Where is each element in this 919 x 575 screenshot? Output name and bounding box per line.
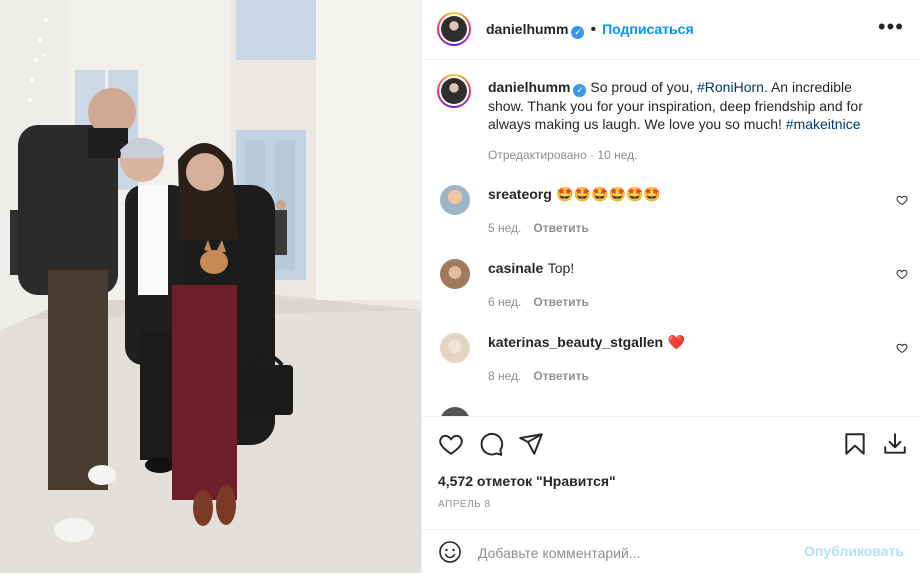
comment-text: ❤️: [667, 334, 685, 350]
comment-text: Top!: [547, 260, 575, 276]
comment-meta: 8 нед. Ответить: [488, 369, 589, 383]
comment-username[interactable]: sreateorg: [488, 186, 552, 202]
comment-meta: 6 нед. Ответить: [488, 295, 589, 309]
save-bookmark-icon[interactable]: [842, 431, 868, 457]
author-avatar-image: [441, 16, 467, 42]
add-comment-bar: Опубликовать: [422, 529, 919, 575]
edited-label: Отредактировано: [488, 148, 587, 162]
comment-avatar[interactable]: [440, 407, 470, 416]
comment-username[interactable]: casinale: [488, 260, 543, 276]
reply-button[interactable]: Ответить: [533, 221, 588, 235]
author-avatar[interactable]: [437, 12, 471, 46]
share-send-icon[interactable]: [518, 431, 544, 457]
comment-item: casinale Top!: [488, 260, 574, 278]
comment-avatar[interactable]: [440, 185, 470, 215]
comment-avatar[interactable]: [440, 333, 470, 363]
post-photo[interactable]: [0, 0, 421, 573]
comment-text: 🤩🤩🤩🤩🤩🤩: [556, 186, 661, 202]
comment-item: sreateorg 🤩🤩🤩🤩🤩🤩: [488, 186, 661, 204]
comment-icon[interactable]: [478, 431, 504, 457]
comment-input[interactable]: [476, 538, 810, 568]
reply-button[interactable]: Ответить: [533, 369, 588, 383]
download-icon[interactable]: [882, 431, 908, 457]
like-heart-icon[interactable]: [438, 431, 464, 457]
comment-item: katerinas_beauty_stgallen ❤️: [488, 334, 685, 352]
comment-time: 6 нед.: [488, 295, 522, 309]
post-header: danielhumm ✓ • Подписаться •••: [422, 0, 919, 60]
emoji-icon[interactable]: [438, 540, 462, 564]
caption-mention-link[interactable]: #RoniHorn: [697, 79, 764, 95]
follow-button[interactable]: Подписаться: [602, 21, 694, 37]
caption-hashtag-link[interactable]: #makeitnice: [786, 116, 861, 132]
comment-avatar[interactable]: [440, 259, 470, 289]
caption-avatar-image: [441, 78, 467, 104]
header-user-line: danielhumm ✓ • Подписаться: [486, 21, 694, 39]
post-actions: 4,572 отметок "Нравится" АПРЕЛЬ 8 Опубли…: [422, 416, 919, 574]
verified-badge-icon: ✓: [571, 26, 585, 39]
caption-text-1: So proud of you,: [586, 79, 697, 95]
caption-username[interactable]: danielhumm: [488, 79, 570, 95]
comment-like-heart-icon[interactable]: [896, 342, 908, 354]
more-options-icon[interactable]: •••: [878, 16, 904, 38]
post-photo-illustration: [0, 0, 421, 573]
comment-time: 5 нед.: [488, 221, 522, 235]
post-side-panel: danielhumm ✓ • Подписаться ••• danielhumm ✓ …: [421, 0, 919, 573]
caption-meta: Отредактировано · 10 нед.: [488, 148, 638, 162]
comment-like-heart-icon[interactable]: [896, 268, 908, 280]
post-date: АПРЕЛЬ 8: [438, 499, 491, 510]
likes-count[interactable]: 4,572 отметок "Нравится": [438, 473, 616, 489]
comment-like-heart-icon[interactable]: [896, 194, 908, 206]
reply-button[interactable]: Ответить: [533, 295, 588, 309]
caption-time: 10 нед.: [597, 148, 638, 162]
publish-button[interactable]: Опубликовать: [804, 543, 904, 559]
comment-time: 8 нед.: [488, 369, 522, 383]
verified-badge-icon: ✓: [573, 84, 587, 97]
caption: danielhumm ✓ So proud of you, #RoniHorn. …: [488, 78, 888, 133]
separator-dot: •: [590, 21, 597, 38]
author-username[interactable]: danielhumm: [486, 21, 568, 37]
comments-list[interactable]: danielhumm ✓ So proud of you, #RoniHorn. …: [422, 60, 919, 416]
caption-avatar[interactable]: [437, 74, 471, 108]
comment-meta: 5 нед. Ответить: [488, 221, 589, 235]
comment-username[interactable]: katerinas_beauty_stgallen: [488, 334, 663, 350]
